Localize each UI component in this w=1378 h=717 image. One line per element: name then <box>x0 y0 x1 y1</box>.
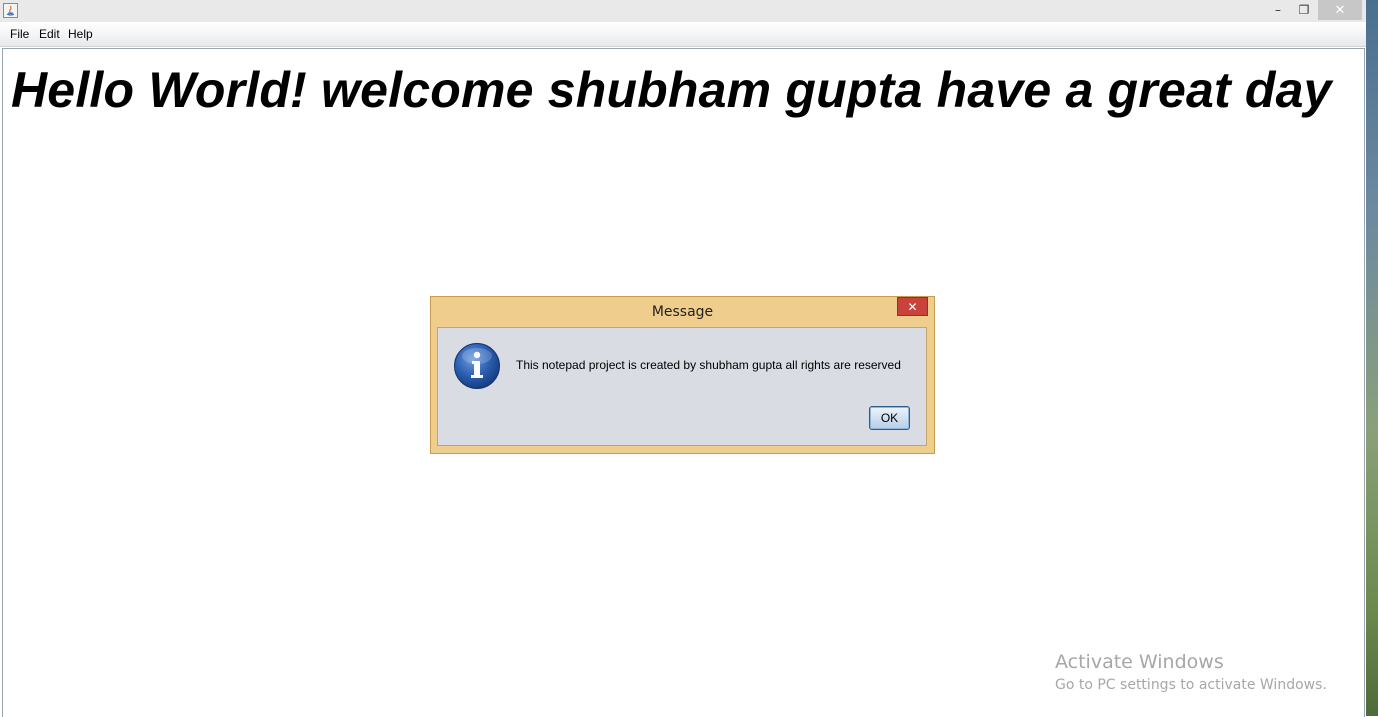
title-bar[interactable]: – ❐ ✕ <box>0 0 1366 22</box>
menu-bar: File Edit Help <box>0 22 1366 47</box>
menu-help[interactable]: Help <box>68 27 93 41</box>
close-button[interactable]: ✕ <box>1318 0 1362 20</box>
menu-file[interactable]: File <box>10 27 29 41</box>
ok-button[interactable]: OK <box>869 406 910 430</box>
maximize-button[interactable]: ❐ <box>1292 0 1316 20</box>
editor-content[interactable]: Hello World! welcome shubham gupta have … <box>11 61 1332 119</box>
activate-windows-subtitle: Go to PC settings to activate Windows. <box>1055 677 1327 693</box>
dialog-title: Message <box>651 304 714 320</box>
dialog-message: This notepad project is created by shubh… <box>516 358 901 372</box>
message-dialog: Message ✕ This notepad project is create… <box>430 296 935 454</box>
minimize-button[interactable]: – <box>1266 0 1290 20</box>
info-icon <box>454 343 500 389</box>
desktop-background <box>1366 0 1378 716</box>
dialog-close-button[interactable]: ✕ <box>897 297 928 316</box>
dialog-body: This notepad project is created by shubh… <box>437 327 927 446</box>
menu-edit[interactable]: Edit <box>39 27 60 41</box>
activate-windows-title: Activate Windows <box>1055 651 1224 673</box>
java-icon <box>3 3 18 18</box>
